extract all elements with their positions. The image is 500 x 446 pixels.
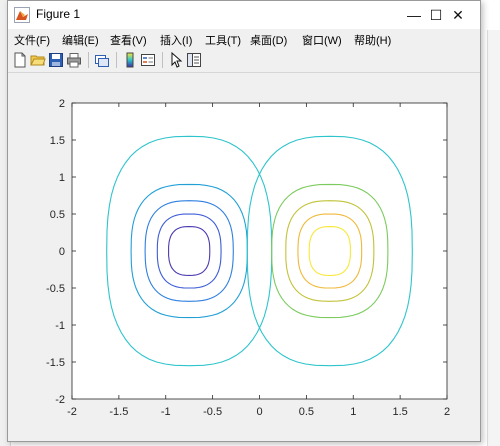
x-tick-label: -2 bbox=[67, 406, 77, 418]
new-figure-icon[interactable] bbox=[12, 52, 28, 68]
figure-window: Figure 1 — ☐ ✕ 文件(F) 编辑(E) 查看(V) 插入(I) 工… bbox=[7, 0, 481, 442]
x-tick-label: 2 bbox=[444, 406, 450, 418]
menu-view[interactable]: 查看(V) bbox=[110, 32, 147, 48]
x-tick-label: -0.5 bbox=[203, 406, 222, 418]
menu-bar: 文件(F) 编辑(E) 查看(V) 插入(I) 工具(T) 桌面(D) 窗口(W… bbox=[8, 29, 480, 49]
x-tick-label: 0 bbox=[256, 406, 262, 418]
title-bar: Figure 1 — ☐ ✕ bbox=[8, 1, 480, 29]
link-plot-icon[interactable] bbox=[94, 52, 110, 68]
toolbar-separator bbox=[116, 52, 117, 68]
y-tick-label: -0.5 bbox=[46, 283, 65, 295]
menu-window[interactable]: 窗口(W) bbox=[302, 32, 342, 48]
x-tick-label: -1.5 bbox=[109, 406, 128, 418]
x-tick-label: -1 bbox=[161, 406, 171, 418]
open-file-icon[interactable] bbox=[30, 52, 46, 68]
colorbar-icon[interactable] bbox=[122, 52, 138, 68]
menu-tools[interactable]: 工具(T) bbox=[205, 32, 241, 48]
close-icon: ✕ bbox=[452, 6, 464, 23]
x-tick-label: 1.5 bbox=[392, 406, 407, 418]
menu-desktop[interactable]: 桌面(D) bbox=[250, 32, 287, 48]
legend-icon[interactable] bbox=[140, 52, 156, 68]
y-tick-label: 0 bbox=[59, 246, 65, 258]
x-tick-label: 1 bbox=[350, 406, 356, 418]
property-editor-icon[interactable] bbox=[186, 52, 202, 68]
y-tick-label: -1 bbox=[55, 320, 65, 332]
matlab-app-icon bbox=[14, 7, 30, 23]
y-tick-label: -1.5 bbox=[46, 357, 65, 369]
close-button[interactable]: ✕ bbox=[436, 1, 480, 29]
y-tick-label: 1 bbox=[59, 172, 65, 184]
y-tick-label: 2 bbox=[59, 98, 65, 110]
y-tick-label: 1.5 bbox=[50, 135, 65, 147]
window-title: Figure 1 bbox=[36, 7, 81, 21]
menu-edit[interactable]: 编辑(E) bbox=[62, 32, 99, 48]
contour-plot[interactable]: -2 -1.5 -1 -0.5 0 0.5 1 1.5 2 2 1.5 1 0.5 0 -0.5 -1 -1.5… bbox=[8, 73, 480, 441]
save-icon[interactable] bbox=[48, 52, 64, 68]
toolbar-separator bbox=[162, 52, 163, 68]
toolbar-separator bbox=[88, 52, 89, 68]
menu-insert[interactable]: 插入(I) bbox=[160, 32, 192, 48]
figure-toolbar bbox=[8, 49, 480, 73]
background-window-right-edge bbox=[487, 30, 500, 446]
menu-file[interactable]: 文件(F) bbox=[14, 32, 50, 48]
axes-box bbox=[71, 102, 448, 400]
edit-plot-arrow-icon[interactable] bbox=[168, 52, 184, 68]
menu-help[interactable]: 帮助(H) bbox=[354, 32, 391, 48]
y-tick-label: -2 bbox=[55, 394, 65, 406]
print-icon[interactable] bbox=[66, 52, 82, 68]
y-tick-label: 0.5 bbox=[50, 209, 65, 221]
x-tick-label: 0.5 bbox=[299, 406, 314, 418]
